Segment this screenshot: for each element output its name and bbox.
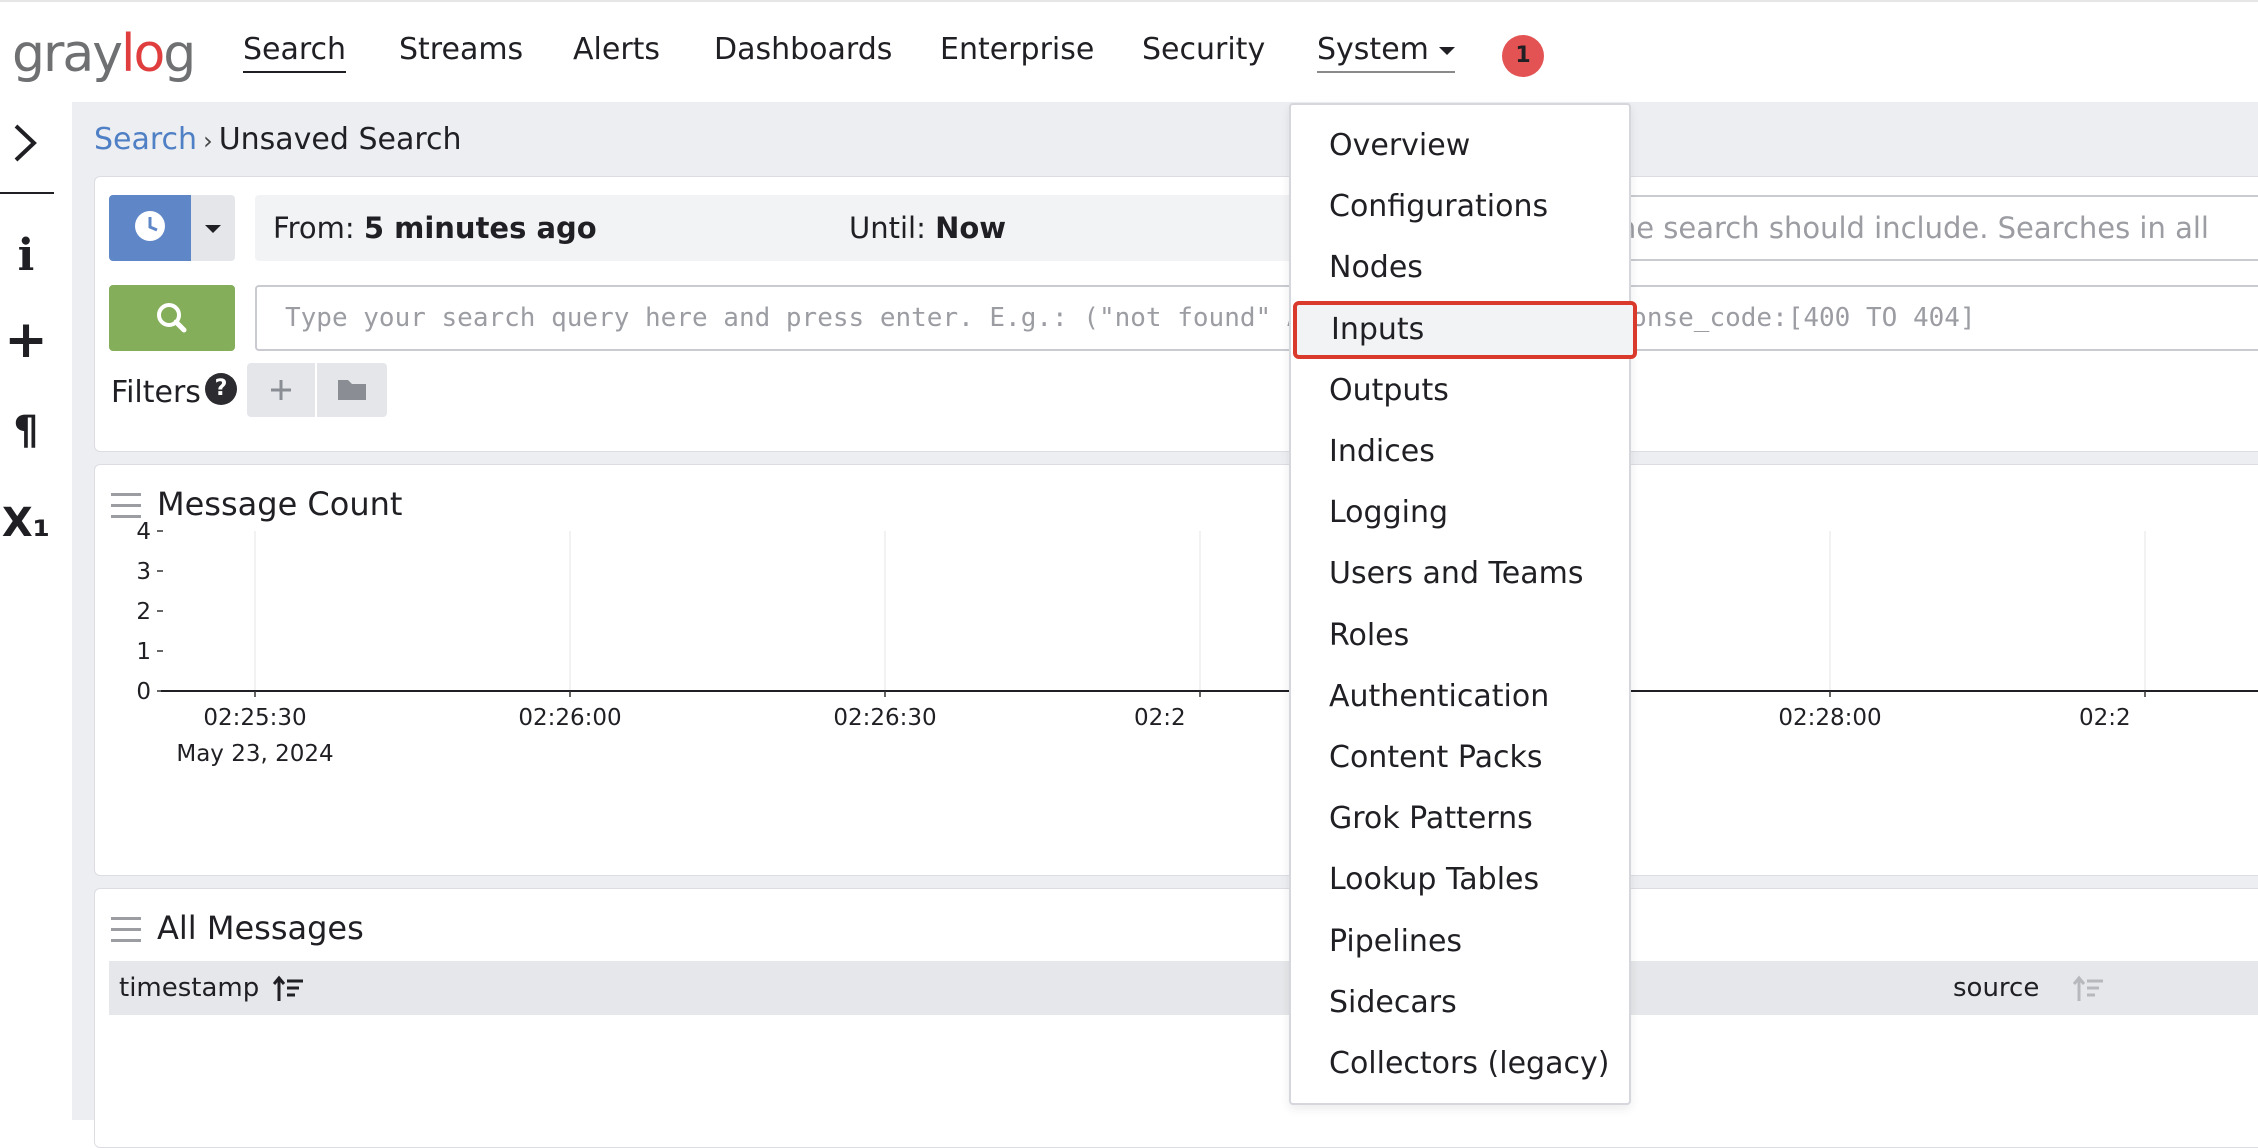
y-tick-label: 4: [136, 519, 151, 545]
menu-item-outputs[interactable]: Outputs: [1291, 362, 1629, 420]
menu-item-lookup-tables[interactable]: Lookup Tables: [1291, 851, 1629, 909]
column-source[interactable]: source: [1953, 973, 2039, 1003]
x-date-label: May 23, 2024: [176, 741, 333, 767]
menu-item-roles[interactable]: Roles: [1291, 607, 1629, 665]
time-range-dropdown-toggle[interactable]: [191, 195, 235, 261]
nav-system[interactable]: System: [1317, 32, 1455, 73]
breadcrumb-current: Unsaved Search: [218, 122, 462, 157]
from-label: From: 5 minutes ago: [273, 211, 597, 245]
menu-item-collectors-legacy[interactable]: Collectors (legacy): [1291, 1035, 1629, 1093]
plus-icon: [271, 380, 291, 400]
sort-icon[interactable]: [273, 975, 305, 1003]
notification-badge[interactable]: 1: [1502, 35, 1544, 77]
y-tick-label: 1: [136, 639, 151, 665]
nav-dashboards[interactable]: Dashboards: [714, 32, 892, 67]
until-label: Until: Now: [849, 211, 1007, 245]
folder-icon: [338, 380, 366, 400]
menu-item-inputs[interactable]: Inputs: [1293, 300, 1637, 359]
system-dropdown-menu: Overview Configurations Nodes Inputs Outputs…: [1289, 103, 1637, 1105]
search-icon: [157, 303, 187, 333]
nav-security[interactable]: Security: [1142, 32, 1265, 67]
clock-icon: [135, 211, 165, 241]
column-timestamp[interactable]: timestamp: [119, 973, 259, 1003]
chevron-down-icon: [1438, 46, 1455, 55]
messages-table-header: timestamp source: [109, 961, 2258, 1015]
main-content: Search › Unsaved Search From: 5 minutes ag…: [72, 102, 2258, 1148]
add-filter-button[interactable]: [247, 363, 315, 417]
menu-item-configurations[interactable]: Configurations: [1291, 178, 1629, 236]
rail-divider: [0, 192, 54, 194]
menu-item-logging[interactable]: Logging: [1291, 484, 1629, 542]
breadcrumb-search-link[interactable]: Search: [94, 122, 197, 157]
x-tick-label: 02:2: [2079, 705, 2131, 731]
top-navbar: graylog Search Streams Alerts Dashboards…: [0, 0, 2258, 102]
expand-sidebar-button[interactable]: [0, 118, 52, 172]
caret-down-icon: [205, 225, 221, 233]
menu-item-overview[interactable]: Overview: [1291, 117, 1629, 175]
menu-item-authentication[interactable]: Authentication: [1291, 668, 1629, 726]
x-tick-label: 02:28:00: [1778, 705, 1881, 731]
y-tick-label: 3: [136, 559, 151, 585]
widget-title: All Messages: [157, 909, 364, 947]
breadcrumb-separator: ›: [203, 127, 213, 155]
search-button[interactable]: [109, 285, 235, 351]
menu-item-pipelines[interactable]: Pipelines: [1291, 913, 1629, 971]
graylog-logo[interactable]: graylog: [12, 24, 196, 84]
x-tick-label: 02:26:00: [518, 705, 621, 731]
filters-label: Filters: [111, 375, 201, 410]
saved-filters-button[interactable]: [317, 363, 387, 417]
variable-icon[interactable]: X₁: [0, 500, 52, 546]
search-bar-panel: From: 5 minutes ago Until: Now reams the…: [94, 176, 2258, 452]
message-count-widget: Message Count 0 1 2 3 4 02:25:30 02:26:00 02:26…: [94, 464, 2258, 876]
all-messages-widget: All Messages timestamp source: [94, 888, 2258, 1148]
paragraph-icon[interactable]: ¶: [0, 408, 52, 454]
x-tick-label: 02:26:30: [833, 705, 936, 731]
y-tick-label: 2: [136, 599, 151, 625]
nav-search[interactable]: Search: [243, 32, 347, 73]
drag-handle-icon[interactable]: [111, 917, 141, 943]
x-tick-label: 02:2: [1134, 705, 1186, 731]
time-range-display[interactable]: From: 5 minutes ago Until: Now: [255, 195, 1295, 261]
left-sidebar: i + ¶ X₁: [0, 102, 72, 1120]
y-tick-label: 0: [136, 679, 151, 705]
nav-enterprise[interactable]: Enterprise: [940, 32, 1094, 67]
add-icon[interactable]: +: [0, 310, 52, 370]
chevron-right-icon: [14, 124, 37, 162]
message-count-chart: 0123402:25:3002:26:0002:26:3002:27:3002:…: [136, 519, 2258, 767]
info-icon[interactable]: i: [0, 230, 52, 281]
search-query-input[interactable]: Type your search query here and press en…: [255, 285, 2258, 351]
nav-streams[interactable]: Streams: [399, 32, 523, 67]
nav-system-label: System: [1317, 32, 1429, 67]
menu-item-grok-patterns[interactable]: Grok Patterns: [1291, 790, 1629, 848]
nav-alerts[interactable]: Alerts: [573, 32, 660, 67]
sort-icon[interactable]: [2073, 975, 2105, 1003]
menu-item-content-packs[interactable]: Content Packs: [1291, 729, 1629, 787]
menu-item-indices[interactable]: Indices: [1291, 423, 1629, 481]
menu-item-sidecars[interactable]: Sidecars: [1291, 974, 1629, 1032]
time-range-button[interactable]: [109, 195, 191, 261]
menu-item-users-and-teams[interactable]: Users and Teams: [1291, 545, 1629, 603]
menu-item-nodes[interactable]: Nodes: [1291, 239, 1629, 297]
help-icon[interactable]: ?: [205, 373, 237, 405]
x-tick-label: 02:25:30: [203, 705, 306, 731]
breadcrumb: Search › Unsaved Search: [94, 122, 462, 157]
